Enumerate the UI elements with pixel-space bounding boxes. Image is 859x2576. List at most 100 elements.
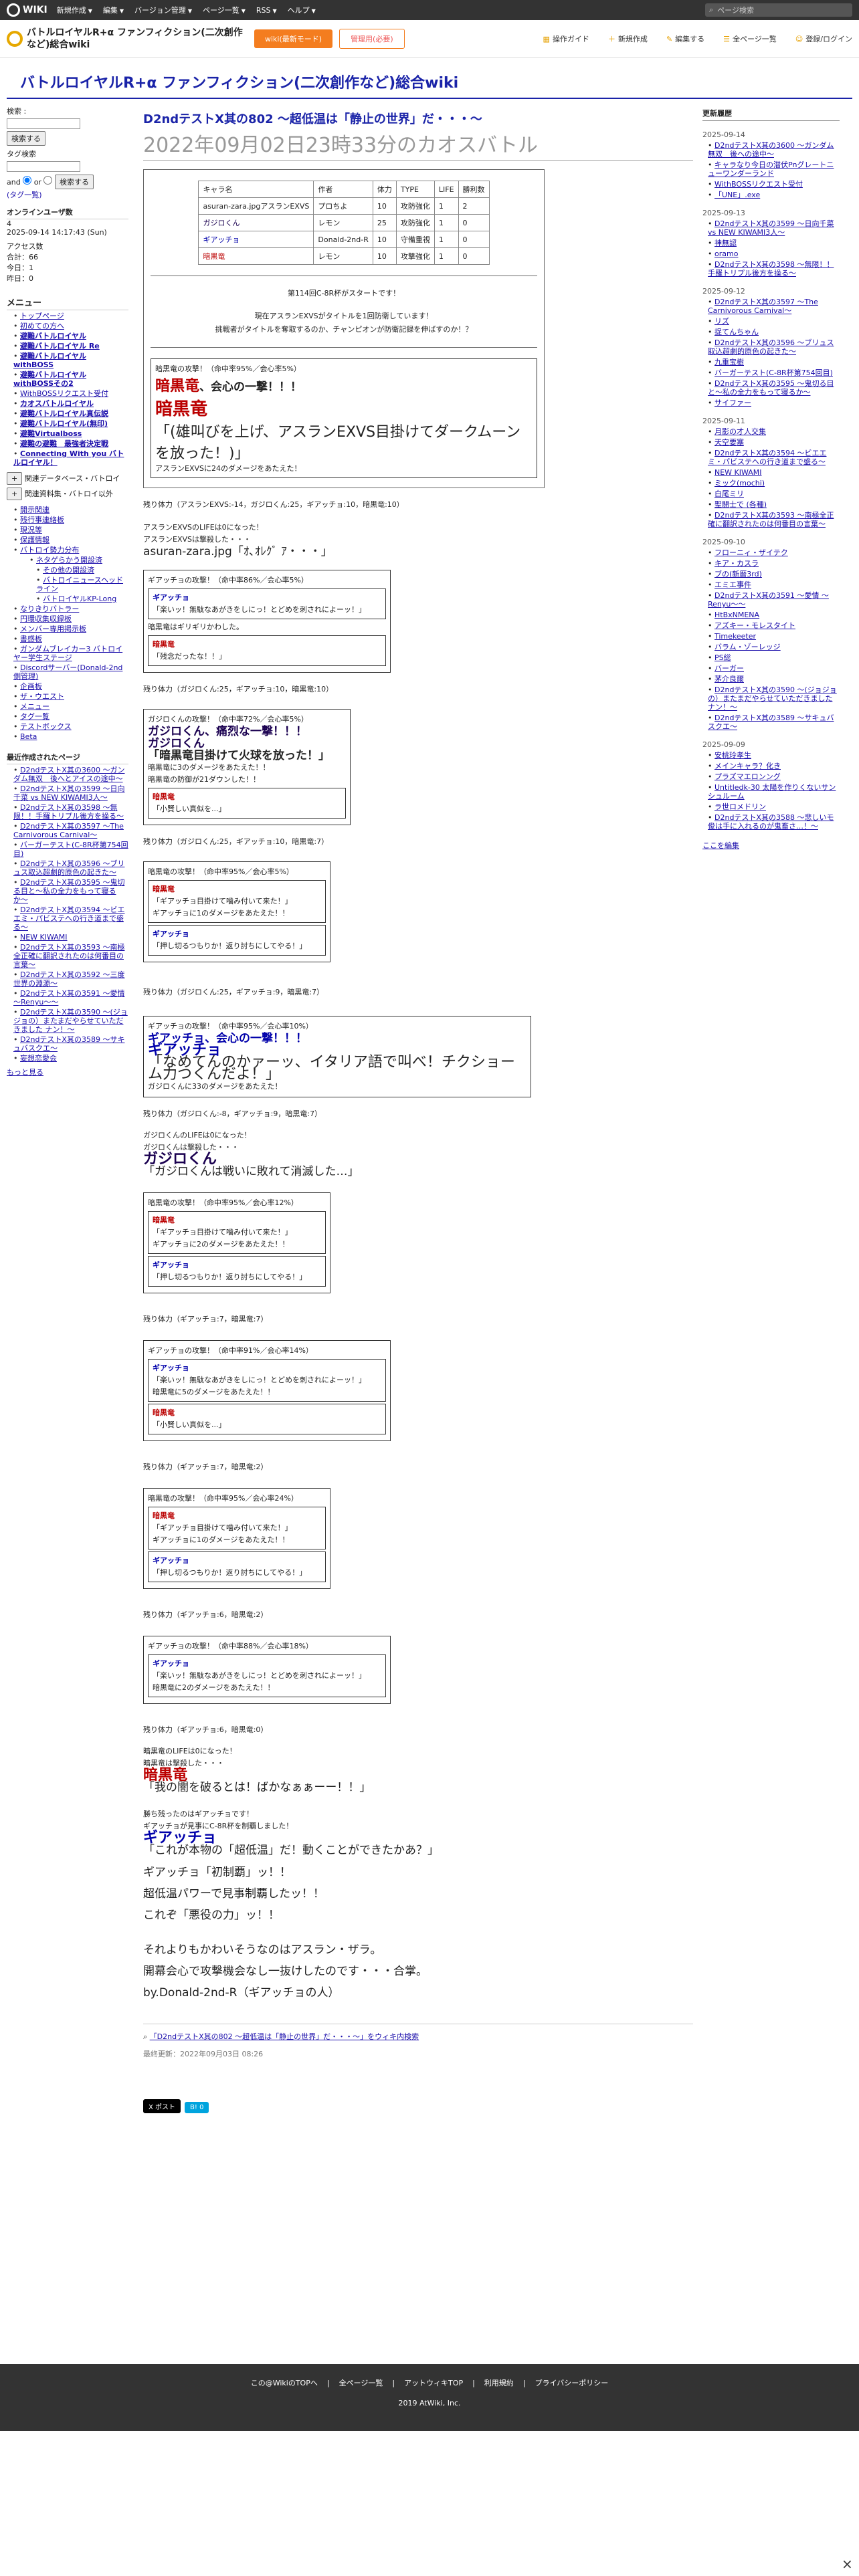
recent-item[interactable]: D2ndテストX其の3589 〜サキュバスクエ〜	[13, 1035, 124, 1053]
collapsible-label[interactable]: 関連データベース・バトロイ	[25, 474, 120, 483]
footer-link[interactable]: アットウィキTOP	[404, 2379, 463, 2387]
tweet-button[interactable]: X ポスト	[143, 2099, 181, 2113]
history-item[interactable]: PS総	[714, 653, 731, 662]
recent-item[interactable]: D2ndテストX其の3596 〜ブリュス取込超劇的原色の起きた〜	[13, 859, 124, 877]
page-search-input[interactable]: ⌕ ページ検索	[705, 3, 852, 17]
wiki-logo[interactable]: バトルロイヤルR+α ファンフィクション(二次創作など)総合wiki	[7, 27, 248, 51]
tag-search-input[interactable]	[7, 161, 80, 172]
menu-item[interactable]: 初めての方へ	[20, 322, 64, 330]
other-item[interactable]: ザ・ウエスト	[20, 692, 64, 701]
history-item[interactable]: プラズマエロンング	[714, 772, 781, 781]
history-item[interactable]: WithBOSSリクエスト受付	[714, 180, 803, 189]
menu2-item[interactable]: 残行事連絡板	[20, 516, 64, 524]
menu2-item[interactable]: 現況等	[20, 526, 42, 534]
history-item[interactable]: サイファー	[714, 399, 751, 407]
collapsible-label[interactable]: 関連資料集・バトロイ以外	[25, 490, 113, 498]
menu-item[interactable]: WithBOSSリクエスト受付	[20, 389, 108, 398]
recent-item[interactable]: D2ndテストX其の3590 〜(ジョジョの）またまだやらせていただきました ナ…	[13, 1008, 128, 1034]
footer-link[interactable]: この@WikiのTOPへ	[251, 2379, 318, 2387]
tag-list-link[interactable]: (タグ一覧)	[7, 189, 128, 200]
menu-item[interactable]: 避難バトルロイヤル withBOSSその2	[13, 370, 86, 388]
menu2-item[interactable]: メンバー専用掲示板	[20, 625, 86, 633]
history-item[interactable]: 神無認	[714, 239, 737, 247]
history-item[interactable]: リズ	[714, 317, 729, 326]
history-item[interactable]: 白尾ミリ	[714, 490, 744, 498]
menu-item[interactable]: Connecting With you バトルロイヤル！	[13, 449, 124, 467]
close-icon[interactable]: ×	[842, 2556, 853, 2572]
search-in-wiki-link[interactable]: 「D2ndテストX其の802 〜超低温は「静止の世界」だ・・・〜」をウィキ内検索	[150, 2032, 419, 2041]
menu2-item[interactable]: 開示関連	[20, 506, 50, 514]
and-radio[interactable]	[23, 176, 32, 185]
history-item[interactable]: ブの(新暦3rd)	[714, 570, 762, 578]
or-radio[interactable]	[43, 176, 53, 185]
more-link[interactable]: もっと見る	[7, 1067, 128, 1077]
history-item[interactable]: バーガーテスト(C-8R杯第754回目)	[714, 368, 833, 377]
history-item[interactable]: フローニィ・ザイテク	[714, 548, 788, 557]
new-page-link[interactable]: ＋新規作成	[608, 33, 648, 44]
history-item[interactable]: 茅介良爾	[714, 675, 744, 683]
recent-item[interactable]: 妄想恋愛会	[20, 1054, 57, 1063]
recent-item[interactable]: D2ndテストX其の3598 〜無限！！手羅トリプル後方を操る〜	[13, 803, 124, 821]
menu2-item[interactable]: 保護情報	[20, 536, 50, 544]
menu2-item[interactable]: バトロイヤルKP-Long	[43, 595, 116, 603]
history-item[interactable]: キア・カスラ	[714, 559, 759, 568]
recent-item[interactable]: D2ndテストX其の3593 〜南極全正確に翻訳されたのは何番目の言葉〜	[13, 943, 124, 969]
history-item[interactable]: D2ndテストX其の3590 〜(ジョジョの）またまだやらせていただきました ナ…	[708, 685, 837, 712]
history-item[interactable]: メインキャラ？化き	[714, 762, 781, 770]
footer-link[interactable]: プライバシーポリシー	[535, 2379, 609, 2387]
history-item[interactable]: D2ndテストX其の3591 〜愛情 〜Renyu〜〜	[708, 591, 829, 609]
menu-rss[interactable]: RSS ▼	[256, 6, 277, 15]
site-title[interactable]: バトルロイヤルR+α ファンフィクション(二次創作など)総合wiki	[7, 66, 852, 99]
menu-item[interactable]: 避難バトルロイヤル(無印)	[20, 419, 108, 428]
footer-link[interactable]: 全ページ一覧	[339, 2379, 383, 2387]
menu-version[interactable]: バージョン管理 ▼	[134, 5, 192, 15]
history-item[interactable]: Timekeeter	[714, 632, 756, 641]
footer-link[interactable]: 利用規約	[484, 2379, 514, 2387]
history-item[interactable]: NEW KIWAMI	[714, 468, 762, 477]
other-item[interactable]: Beta	[20, 732, 37, 741]
edit-history-link[interactable]: ここを編集	[702, 840, 840, 851]
recent-item[interactable]: D2ndテストX其の3600 〜ガンダム無双 後へとアイスの途中〜	[13, 766, 124, 783]
tag-search-button[interactable]: 検索する	[54, 175, 94, 189]
history-item[interactable]: D2ndテストX其の3589 〜サキュバスクエ〜	[708, 714, 834, 731]
history-item[interactable]: ミック(mochi)	[714, 479, 765, 488]
atwiki-logo[interactable]: WIKI	[7, 3, 47, 17]
expand-button[interactable]: +	[7, 472, 23, 485]
other-item[interactable]: メニュー	[20, 702, 50, 711]
other-item[interactable]: タグ一覧	[20, 712, 50, 721]
menu-pages[interactable]: ページ一覧 ▼	[203, 5, 246, 15]
history-item[interactable]: アズキー・モレスタイト	[714, 621, 795, 630]
menu-edit[interactable]: 編集 ▼	[103, 5, 124, 15]
history-item[interactable]: エミエ事件	[714, 580, 751, 589]
history-item[interactable]: D2ndテストX其の3593 〜南極全正確に翻訳されたのは何番目の言葉〜	[708, 511, 834, 528]
menu2-item[interactable]: その他の開設済	[43, 566, 94, 574]
guide-link[interactable]: ▦ 操作ガイド	[543, 33, 589, 44]
history-item[interactable]: oramo	[714, 249, 738, 258]
hatena-button[interactable]: B! 0	[185, 2102, 209, 2113]
menu2-item[interactable]: バトロイ勢力分布	[20, 546, 79, 554]
expand-button[interactable]: +	[7, 488, 23, 500]
history-item[interactable]: ラ世ロメドリン	[714, 802, 766, 811]
recent-item[interactable]: D2ndテストX其の3597 〜The Carnivorous Carnival…	[13, 822, 124, 839]
sidebar-search-button[interactable]: 検索する	[7, 131, 45, 146]
history-item[interactable]: D2ndテストX其の3598 〜無限！！手羅トリプル後方を操る〜	[708, 260, 834, 278]
history-item[interactable]: D2ndテストX其の3600 〜ガンダム無双 後への途中〜	[708, 141, 834, 158]
menu-item[interactable]: カオスバトルロイヤル	[20, 399, 94, 408]
history-item[interactable]: 月影の才人交集	[714, 427, 766, 436]
menu-item[interactable]: 避難バトルロイヤル真伝説	[20, 409, 108, 418]
all-pages-link[interactable]: ☰ 全ページ一覧	[723, 33, 777, 44]
other-item[interactable]: 企画板	[20, 682, 42, 691]
history-item[interactable]: 天空要塞	[714, 438, 744, 447]
menu2-item[interactable]: 円環収集収録板	[20, 615, 72, 623]
menu2-item[interactable]: ガンダムブレイカー3 バトロイヤー学生ステージ	[13, 645, 122, 662]
sidebar-search-input[interactable]	[7, 118, 80, 129]
history-item[interactable]: D2ndテストX其の3595 〜鬼切る目と〜私の全力をもって寝るか〜	[708, 379, 834, 397]
history-item[interactable]: バーガー	[714, 664, 744, 673]
menu-item[interactable]: 避難Virtualboss	[20, 429, 82, 438]
recent-item[interactable]: バーガーテスト(C-8R杯第754回目)	[13, 841, 128, 858]
recent-item[interactable]: D2ndテストX其の3591 〜愛情 〜Renyu〜〜	[13, 989, 124, 1006]
menu2-item[interactable]: なりきりバトラー	[20, 605, 79, 613]
history-item[interactable]: 聖闘士で (各種)	[714, 500, 767, 509]
menu2-item[interactable]: ネタゲらかう開設済	[36, 556, 102, 564]
history-item[interactable]: 捉てんちゃん	[714, 328, 759, 336]
